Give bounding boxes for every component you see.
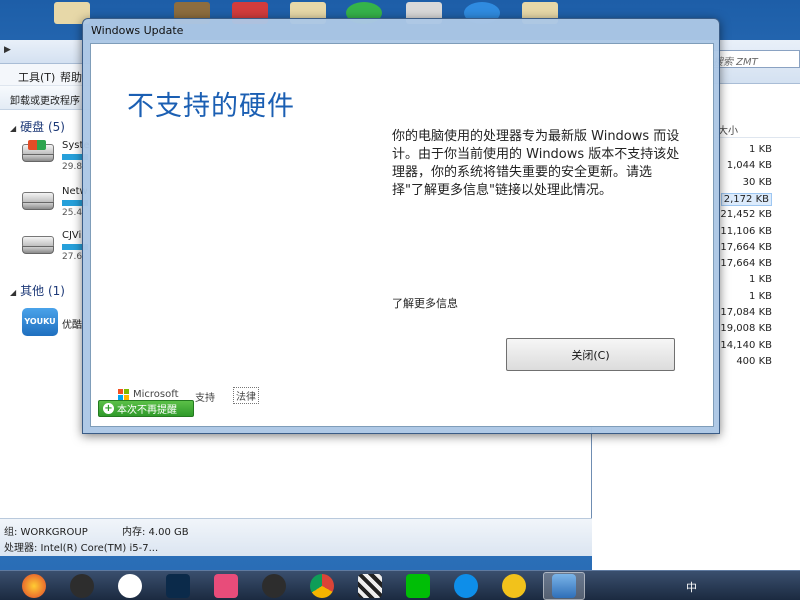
file-size-cell[interactable]: 1 KB bbox=[749, 144, 772, 155]
file-size-cell[interactable]: 17,664 KB bbox=[720, 258, 772, 269]
microsoft-brand: Microsoft bbox=[133, 389, 179, 400]
uninstall-program-button[interactable]: 卸载或更改程序 bbox=[10, 92, 80, 107]
file-size-cell[interactable]: 19,008 KB bbox=[720, 323, 772, 334]
nox-icon[interactable] bbox=[262, 574, 286, 598]
dont-remind-button[interactable]: + 本次不再提醒 bbox=[98, 400, 194, 417]
size-column-header[interactable]: 大小 bbox=[718, 122, 738, 137]
nav-arrow-icon[interactable]: ▶ bbox=[4, 45, 11, 55]
youku-label[interactable]: 优酷 bbox=[62, 316, 82, 331]
iqiyi-icon[interactable] bbox=[406, 574, 430, 598]
group-other[interactable]: ◢ 其他 (1) bbox=[10, 282, 65, 299]
clapper-icon[interactable] bbox=[358, 574, 382, 598]
menu-help[interactable]: 帮助 bbox=[60, 69, 82, 85]
plus-icon: + bbox=[103, 403, 114, 414]
file-size-cell[interactable]: 1 KB bbox=[749, 291, 772, 302]
drive-free: 27.6 bbox=[62, 252, 83, 262]
file-size-cell[interactable]: 21,452 KB bbox=[720, 209, 772, 220]
file-size-cell[interactable]: 17,084 KB bbox=[720, 307, 772, 318]
file-size-cell[interactable]: 11,106 KB bbox=[720, 226, 772, 237]
legal-link[interactable]: 法律 bbox=[233, 387, 259, 404]
dialog-heading: 不支持的硬件 bbox=[127, 91, 295, 122]
file-size-cell[interactable]: 30 KB bbox=[743, 177, 772, 188]
group-hard-disks[interactable]: ◢ 硬盘 (5) bbox=[10, 118, 65, 135]
browser-icon[interactable] bbox=[22, 574, 46, 598]
photoshop-icon[interactable] bbox=[166, 574, 190, 598]
file-size-cell[interactable]: 1 KB bbox=[749, 274, 772, 285]
nox-icon[interactable] bbox=[70, 574, 94, 598]
teamviewer-icon[interactable] bbox=[454, 574, 478, 598]
music-icon[interactable] bbox=[214, 574, 238, 598]
drive-icon[interactable] bbox=[20, 232, 56, 258]
chrome-icon[interactable] bbox=[310, 574, 334, 598]
group-label: 硬盘 (5) bbox=[20, 120, 65, 134]
collapse-icon: ◢ bbox=[10, 288, 17, 297]
dialog-message: 你的电脑使用的处理器专为最新版 Windows 而设计。由于你当前使用的 Win… bbox=[392, 129, 680, 198]
dialog-title: Windows Update bbox=[91, 24, 184, 37]
file-size-cell[interactable]: 14,140 KB bbox=[720, 340, 772, 351]
youku-icon[interactable]: YOUKU bbox=[22, 308, 58, 336]
file-size-cell[interactable]: 17,664 KB bbox=[720, 242, 772, 253]
close-button[interactable]: 关闭(C) bbox=[506, 338, 675, 371]
drive-icon[interactable] bbox=[20, 188, 56, 214]
status-bar: 组: WORKGROUP 内存: 4.00 GB 处理器: Intel(R) C… bbox=[0, 518, 592, 556]
add-app-icon[interactable] bbox=[502, 574, 526, 598]
windows-update-dialog: Windows Update 不支持的硬件 你的电脑使用的处理器专为最新版 Wi… bbox=[82, 18, 720, 434]
search-input[interactable]: 搜索 ZMT bbox=[708, 50, 800, 68]
file-size-cell[interactable]: 2,172 KB bbox=[720, 192, 772, 206]
dont-remind-label: 本次不再提醒 bbox=[117, 405, 177, 416]
drive-name[interactable]: CJVi bbox=[62, 230, 81, 241]
network-icon[interactable] bbox=[118, 574, 142, 598]
windows-update-icon[interactable] bbox=[552, 574, 576, 598]
menu-tools[interactable]: 工具(T) bbox=[18, 69, 55, 85]
workgroup-text: 组: WORKGROUP bbox=[4, 527, 88, 538]
taskbar: 中 bbox=[0, 570, 800, 600]
dialog-content: 不支持的硬件 你的电脑使用的处理器专为最新版 Windows 而设计。由于你当前… bbox=[90, 43, 714, 427]
drive-free: 25.4 bbox=[62, 208, 83, 218]
processor-text: 处理器: Intel(R) Core(TM) i5-7... bbox=[4, 543, 159, 554]
file-size-cell[interactable]: 1,044 KB bbox=[727, 160, 772, 171]
memory-text: 内存: 4.00 GB bbox=[122, 527, 189, 538]
learn-more-link[interactable]: 了解更多信息 bbox=[392, 295, 458, 311]
input-method-indicator[interactable]: 中 bbox=[686, 579, 697, 595]
drive-free: 29.8 bbox=[62, 162, 83, 172]
support-link[interactable]: 支持 bbox=[195, 389, 215, 404]
file-size-cell[interactable]: 400 KB bbox=[736, 356, 772, 367]
drive-icon[interactable] bbox=[20, 140, 56, 166]
group-label: 其他 (1) bbox=[20, 284, 65, 298]
collapse-icon: ◢ bbox=[10, 124, 17, 133]
